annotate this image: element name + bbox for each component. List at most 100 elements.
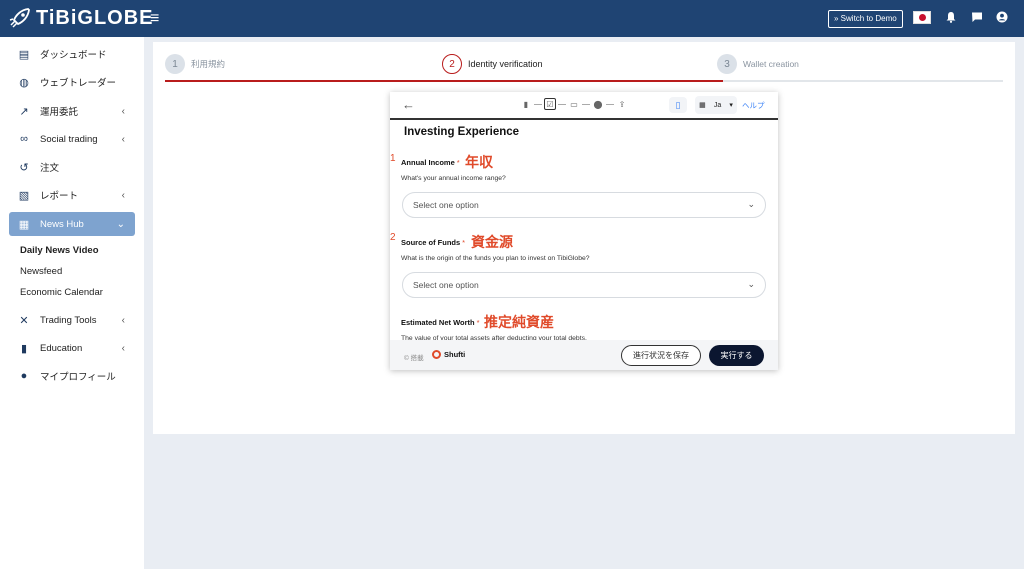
powered-by-text: © 搭載 bbox=[404, 355, 424, 362]
logo-text: TiBiGLOBE bbox=[36, 6, 154, 29]
link-icon: ∞ bbox=[20, 133, 28, 145]
question-description: What is the origin of the funds you plan… bbox=[401, 255, 590, 262]
question-description: What's your annual income range? bbox=[401, 175, 506, 182]
widget-header: ← ▮ ☑ ▭ ⬤ ⇪ ▯ ▦ Ja ▾ ヘルプ bbox=[390, 92, 778, 120]
chevron-left-icon: ‹ bbox=[121, 189, 125, 201]
shufti-logo-icon bbox=[432, 350, 441, 359]
sidebar-item-label: Trading Tools bbox=[40, 314, 97, 326]
annual-income-select[interactable]: Select one option ⌄ bbox=[402, 192, 766, 218]
sidebar-item-orders[interactable]: ↺ 注文 bbox=[9, 155, 135, 179]
rocket-icon bbox=[9, 8, 30, 28]
location-pin-icon: ⬤ bbox=[593, 99, 603, 109]
bell-icon[interactable] bbox=[944, 11, 958, 26]
step-progress-track bbox=[723, 80, 1003, 82]
step-label: Identity verification bbox=[468, 59, 543, 69]
shufti-logo: Shufti bbox=[432, 350, 465, 359]
sidebar-item-label: News Hub bbox=[40, 218, 84, 230]
chart-line-icon: ↗ bbox=[19, 105, 29, 118]
chevron-left-icon: ‹ bbox=[121, 314, 125, 326]
chevron-left-icon: ‹ bbox=[121, 342, 125, 354]
annotation-number: 2 bbox=[390, 232, 396, 243]
sidebar-item-label: ウェブトレーダー bbox=[40, 78, 117, 89]
annotation-jp-label: 資金源 bbox=[471, 234, 513, 250]
widget-footer: © 搭載 Shufti 進行状況を保存 実行する bbox=[390, 340, 778, 370]
document-icon: ▮ bbox=[523, 99, 529, 109]
id-card-icon: ▤ bbox=[18, 48, 30, 61]
annotation-jp-label: 年収 bbox=[465, 154, 493, 170]
sidebar-item-label: Social trading bbox=[40, 133, 98, 145]
step-progress-bar bbox=[165, 80, 723, 82]
sidebar-item-reports[interactable]: ▧ レポート ‹ bbox=[9, 183, 135, 207]
id-card-icon: ▭ bbox=[570, 99, 578, 109]
sidebar-item-news-hub[interactable]: ▦ News Hub ⌄ bbox=[9, 212, 135, 236]
chevron-down-icon: ⌄ bbox=[116, 218, 125, 230]
help-link[interactable]: ヘルプ bbox=[742, 100, 765, 111]
sidebar-item-label: ダッシュボード bbox=[40, 50, 107, 61]
step-identity-verification[interactable]: 2 Identity verification bbox=[442, 54, 543, 74]
question-label-estimated-net-worth: Estimated Net Worth * bbox=[401, 318, 480, 327]
sidebar-item-label: Education bbox=[40, 342, 83, 354]
verification-widget: ← ▮ ☑ ▭ ⬤ ⇪ ▯ ▦ Ja ▾ ヘルプ Investing Exper… bbox=[390, 92, 778, 370]
chat-icon[interactable] bbox=[970, 11, 984, 26]
select-placeholder: Select one option bbox=[413, 280, 479, 290]
sidebar-item-social-trading[interactable]: ∞ Social trading ‹ bbox=[9, 127, 135, 151]
step-number: 3 bbox=[717, 54, 737, 74]
sidebar-subitem-economic-calendar[interactable]: Economic Calendar bbox=[20, 287, 103, 298]
chevron-left-icon: ‹ bbox=[121, 133, 125, 145]
user-icon: ● bbox=[20, 370, 28, 382]
hamburger-icon[interactable]: ≡ bbox=[150, 10, 159, 28]
report-icon: ▧ bbox=[18, 189, 30, 202]
history-icon: ↺ bbox=[19, 161, 29, 174]
globe-icon: ◍ bbox=[19, 76, 29, 89]
step-number: 2 bbox=[442, 54, 462, 74]
step-label: Wallet creation bbox=[743, 59, 799, 69]
sidebar: ▤ ダッシュボード ◍ ウェブトレーダー ↗ 運用委託 ‹ ∞ Social t… bbox=[0, 37, 144, 569]
top-bar: TiBiGLOBE ≡ » Switch to Demo bbox=[0, 0, 1024, 37]
language-select[interactable]: ▦ Ja ▾ bbox=[695, 96, 737, 114]
switch-to-demo-button[interactable]: » Switch to Demo bbox=[828, 10, 903, 28]
step-wallet-creation[interactable]: 3 Wallet creation bbox=[717, 54, 799, 74]
widget-title: Investing Experience bbox=[404, 126, 520, 138]
question-label-source-of-funds: Source of Funds * bbox=[401, 238, 466, 247]
sidebar-item-label: 運用委託 bbox=[40, 107, 79, 118]
sidebar-item-education[interactable]: ▮ Education ‹ bbox=[9, 336, 135, 360]
sidebar-subitem-newsfeed[interactable]: Newsfeed bbox=[20, 266, 62, 277]
sidebar-item-label: 注文 bbox=[40, 163, 60, 174]
sidebar-item-my-profile[interactable]: ● マイプロフィール bbox=[9, 364, 135, 388]
step-label: 利用規約 bbox=[191, 59, 226, 69]
sidebar-item-managed[interactable]: ↗ 運用委託 ‹ bbox=[9, 99, 135, 123]
sidebar-item-label: レポート bbox=[40, 191, 79, 202]
step-terms[interactable]: 1 利用規約 bbox=[165, 54, 225, 74]
flag-japan-icon[interactable] bbox=[913, 11, 931, 24]
newspaper-icon: ▦ bbox=[18, 218, 30, 231]
tools-icon: ✕ bbox=[19, 314, 29, 327]
stepper: 1 利用規約 2 Identity verification 3 Wallet … bbox=[153, 42, 1015, 84]
sidebar-item-trading-tools[interactable]: ✕ Trading Tools ‹ bbox=[9, 308, 135, 332]
sidebar-subitem-daily-news-video[interactable]: Daily News Video bbox=[20, 245, 99, 256]
sidebar-item-label: マイプロフィール bbox=[40, 372, 116, 383]
back-arrow-icon[interactable]: ← bbox=[402, 97, 415, 112]
execute-button[interactable]: 実行する bbox=[709, 345, 764, 366]
language-value: Ja bbox=[713, 101, 722, 109]
logo[interactable]: TiBiGLOBE bbox=[8, 6, 154, 30]
caret-down-icon: ▾ bbox=[729, 102, 733, 109]
form-icon: ☑ bbox=[544, 98, 556, 110]
book-icon: ▮ bbox=[20, 342, 28, 355]
verification-progress: ▮ ☑ ▭ ⬤ ⇪ bbox=[520, 98, 628, 110]
sidebar-item-webtrader[interactable]: ◍ ウェブトレーダー bbox=[9, 70, 135, 94]
doc-language-icon: ▦ bbox=[699, 102, 706, 109]
sidebar-item-dashboard[interactable]: ▤ ダッシュボード bbox=[9, 42, 135, 66]
annotation-jp-label: 推定純資産 bbox=[484, 314, 554, 330]
phone-icon[interactable]: ▯ bbox=[669, 97, 687, 113]
question-label-annual-income: Annual Income * bbox=[401, 158, 460, 167]
chevron-down-icon: ⌄ bbox=[747, 279, 755, 289]
source-of-funds-select[interactable]: Select one option ⌄ bbox=[402, 272, 766, 298]
annotation-number: 1 bbox=[390, 153, 396, 164]
user-circle-icon[interactable] bbox=[995, 11, 1009, 26]
select-placeholder: Select one option bbox=[413, 200, 479, 210]
save-progress-button[interactable]: 進行状況を保存 bbox=[621, 345, 701, 366]
chevron-left-icon: ‹ bbox=[121, 105, 125, 117]
chevron-down-icon: ⌄ bbox=[747, 199, 755, 209]
step-number: 1 bbox=[165, 54, 185, 74]
upload-icon: ⇪ bbox=[618, 99, 626, 109]
